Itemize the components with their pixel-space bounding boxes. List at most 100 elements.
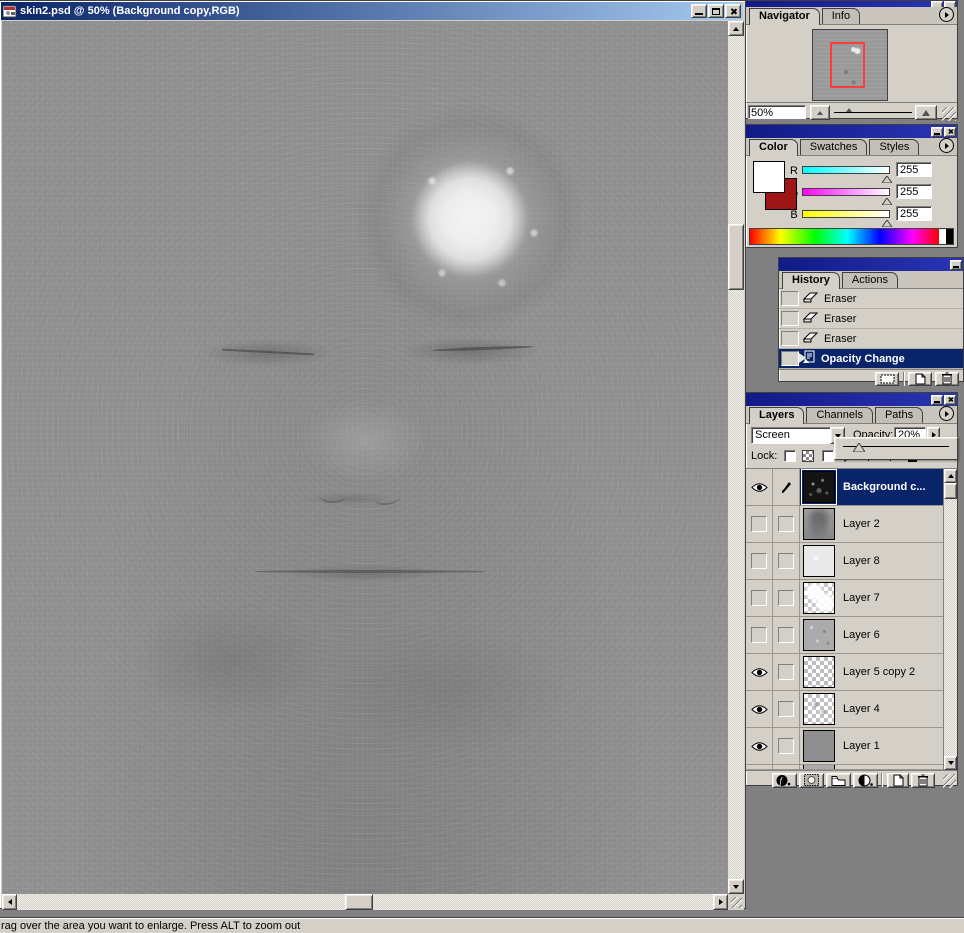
red-value-field[interactable]: 255 (896, 162, 932, 177)
scroll-up-button[interactable] (728, 21, 744, 36)
new-layer-button[interactable] (887, 773, 909, 788)
history-step[interactable]: Eraser (779, 289, 963, 309)
window-resize-grip[interactable] (728, 894, 744, 910)
layer-thumbnail[interactable] (803, 619, 835, 651)
palette-resize-grip[interactable] (942, 107, 956, 121)
tab-styles[interactable]: Styles (869, 139, 919, 155)
zoom-in-button[interactable] (915, 105, 937, 120)
red-slider-track[interactable] (802, 166, 890, 174)
visibility-cell[interactable] (746, 506, 773, 542)
opacity-slider-thumb[interactable] (853, 443, 865, 455)
layer-row[interactable]: Layer 7 (746, 580, 945, 617)
lock-image-checkbox[interactable] (822, 450, 834, 462)
layers-scrollbar[interactable] (943, 469, 957, 770)
scroll-down-button[interactable] (944, 756, 957, 770)
visibility-cell[interactable] (746, 580, 773, 616)
history-source-well[interactable] (781, 291, 799, 306)
layer-row[interactable]: Layer 8 (746, 543, 945, 580)
visibility-cell[interactable] (746, 691, 773, 727)
foreground-color-swatch[interactable] (753, 161, 785, 193)
tab-swatches[interactable]: Swatches (800, 139, 868, 155)
tab-paths[interactable]: Paths (875, 407, 923, 423)
green-value-field[interactable]: 255 (896, 184, 932, 199)
new-set-button[interactable] (826, 773, 851, 788)
visibility-cell[interactable] (746, 617, 773, 653)
layer-thumbnail[interactable] (803, 471, 835, 503)
layer-mask-button[interactable] (799, 773, 824, 788)
adjustment-layer-button[interactable] (853, 773, 878, 788)
blue-slider-track[interactable] (802, 210, 890, 218)
vertical-scroll-thumb[interactable] (728, 224, 744, 290)
scroll-left-button[interactable] (2, 894, 17, 910)
color-spectrum-bar[interactable] (749, 228, 954, 245)
layer-thumbnail[interactable] (803, 656, 835, 688)
layer-main[interactable]: Layer 2 (800, 506, 945, 542)
layer-main[interactable]: Layer 4 (800, 691, 945, 727)
link-cell[interactable] (773, 654, 800, 690)
link-cell[interactable] (773, 506, 800, 542)
palette-close-button[interactable] (944, 127, 956, 137)
layer-thumbnail[interactable] (803, 582, 835, 614)
tab-color[interactable]: Color (749, 139, 798, 156)
tab-info[interactable]: Info (822, 8, 860, 24)
tab-history[interactable]: History (782, 272, 840, 289)
zoom-out-button[interactable] (810, 105, 830, 120)
layer-thumbnail[interactable] (803, 508, 835, 540)
layers-scroll-thumb[interactable] (944, 483, 957, 499)
navigator-thumbnail[interactable] (812, 29, 888, 101)
layer-row[interactable]: Layer 1 (746, 728, 945, 765)
layer-main[interactable]: Layer 6 (800, 617, 945, 653)
image-canvas[interactable] (2, 21, 728, 894)
layer-row[interactable]: Background c... (746, 469, 945, 506)
layer-row[interactable]: Layer 6 (746, 617, 945, 654)
close-button[interactable] (725, 4, 741, 18)
link-cell[interactable] (773, 728, 800, 764)
palette-minimize-button[interactable] (950, 260, 962, 270)
delete-layer-button[interactable] (911, 773, 935, 788)
layer-main[interactable]: Layer 7 (800, 580, 945, 616)
history-source-well[interactable] (781, 351, 799, 366)
layer-row[interactable]: Layer 4 (746, 691, 945, 728)
layer-main[interactable]: Layer 1 (800, 728, 945, 764)
green-slider-track[interactable] (802, 188, 890, 196)
link-cell[interactable] (773, 617, 800, 653)
palette-minimize-button[interactable] (931, 127, 943, 137)
zoom-slider-track[interactable] (834, 112, 912, 113)
palette-menu-button[interactable] (939, 138, 954, 153)
horizontal-scroll-thumb[interactable] (345, 894, 373, 910)
new-snapshot-button[interactable] (908, 372, 932, 386)
link-cell[interactable] (773, 469, 800, 505)
palette-close-button[interactable] (944, 395, 956, 405)
maximize-button[interactable] (708, 4, 724, 18)
tab-actions[interactable]: Actions (842, 272, 898, 288)
tab-layers[interactable]: Layers (749, 407, 804, 424)
visibility-cell[interactable] (746, 728, 773, 764)
history-state-marker-icon[interactable] (799, 353, 806, 363)
zoom-percentage-field[interactable]: 50% (748, 105, 806, 119)
layer-thumbnail[interactable] (803, 545, 835, 577)
scroll-up-button[interactable] (944, 469, 957, 483)
layer-main[interactable]: Background c... (800, 469, 945, 505)
link-cell[interactable] (773, 580, 800, 616)
blue-value-field[interactable]: 255 (896, 206, 932, 221)
layer-thumbnail[interactable] (803, 730, 835, 762)
link-cell[interactable] (773, 691, 800, 727)
lock-transparency-checkbox[interactable] (784, 450, 796, 462)
layer-row[interactable]: Layer 5 copy 2 (746, 654, 945, 691)
horizontal-scrollbar[interactable] (2, 894, 728, 910)
layer-thumbnail[interactable] (803, 693, 835, 725)
new-document-from-state-button[interactable] (875, 372, 899, 386)
tab-navigator[interactable]: Navigator (749, 8, 820, 25)
visibility-cell[interactable] (746, 543, 773, 579)
vertical-scrollbar[interactable] (728, 21, 744, 894)
palette-menu-button[interactable] (939, 406, 954, 421)
history-step[interactable]: Opacity Change (779, 349, 963, 369)
layer-style-button[interactable]: f (772, 773, 797, 788)
link-cell[interactable] (773, 543, 800, 579)
history-step[interactable]: Eraser (779, 309, 963, 329)
history-source-well[interactable] (781, 331, 799, 346)
palette-menu-button[interactable] (939, 7, 954, 22)
delete-history-button[interactable] (935, 372, 959, 386)
blend-mode-select[interactable]: Screen (751, 427, 831, 444)
navigator-view-rectangle[interactable] (830, 42, 865, 88)
